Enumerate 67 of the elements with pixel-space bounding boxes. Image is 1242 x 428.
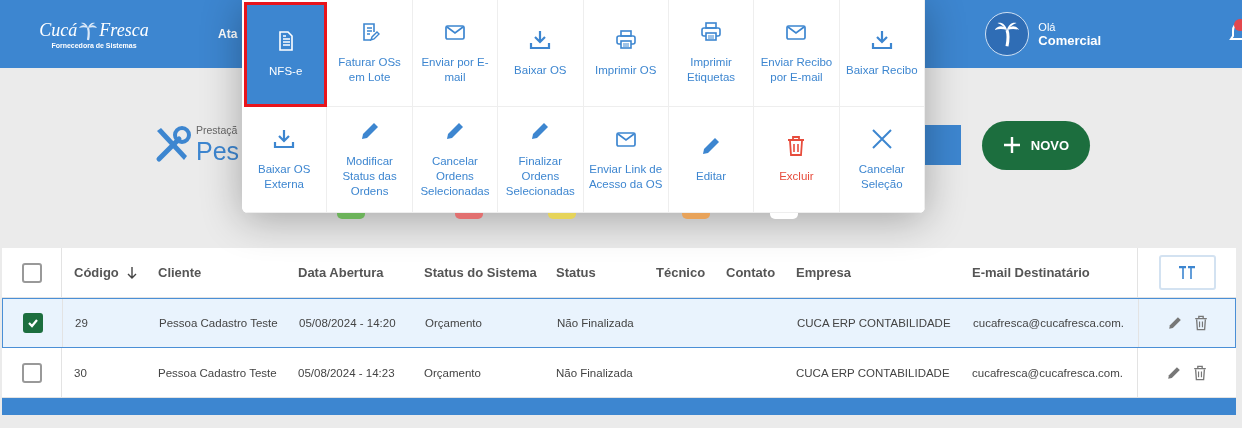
table-cell: cucafresca@cucafresca.com. bbox=[973, 317, 1124, 329]
checkbox[interactable] bbox=[21, 362, 42, 383]
checkbox[interactable] bbox=[22, 313, 43, 333]
column-header[interactable]: Técnico bbox=[644, 248, 714, 297]
nav-link[interactable]: Ata bbox=[218, 27, 238, 41]
menu-item[interactable]: Enviar Recibo por E-mail bbox=[754, 0, 840, 107]
table-cell: Orçamento bbox=[424, 366, 481, 379]
menu-item[interactable]: Editar bbox=[668, 107, 755, 213]
menu-item[interactable]: Cancelar Seleção bbox=[839, 107, 925, 213]
check-icon bbox=[26, 317, 39, 329]
trash-icon[interactable] bbox=[1193, 315, 1209, 331]
logo-text: Cucá bbox=[39, 20, 78, 41]
page-title: Pes bbox=[196, 136, 241, 166]
table-cell: Pessoa Cadastro Teste bbox=[158, 366, 277, 379]
menu-item[interactable]: Faturar OSs em Lote bbox=[327, 0, 413, 107]
download-icon bbox=[273, 127, 296, 150]
printer-icon bbox=[700, 21, 723, 43]
new-button[interactable]: NOVO bbox=[982, 120, 1090, 170]
table-cell: Pessoa Cadastro Teste bbox=[159, 317, 278, 329]
menu-item[interactable]: Modificar Status das Ordens bbox=[327, 107, 413, 213]
column-header[interactable]: Cliente bbox=[146, 248, 286, 297]
menu-item[interactable]: Baixar OS Externa bbox=[242, 107, 328, 213]
table-cell: CUCA ERP CONTABILIDADE bbox=[796, 366, 950, 379]
plus-icon bbox=[1002, 136, 1021, 154]
table-cell: 05/08/2024 - 14:20 bbox=[299, 317, 396, 329]
trash-icon[interactable] bbox=[1192, 364, 1208, 381]
user-name: Comercial bbox=[1038, 32, 1102, 48]
menu-item[interactable]: Enviar Link de Acesso da OS bbox=[583, 107, 669, 213]
scrollbar[interactable] bbox=[2, 398, 1236, 415]
column-header[interactable]: Data Abertura bbox=[286, 248, 412, 297]
download-icon bbox=[870, 28, 893, 51]
column-header[interactable]: Contato bbox=[714, 248, 784, 297]
table-cell: Não Finalizada bbox=[556, 366, 633, 379]
avatar[interactable] bbox=[985, 12, 1030, 56]
sort-arrow-icon[interactable] bbox=[126, 265, 137, 280]
download-icon bbox=[529, 28, 552, 51]
menu-item[interactable]: Cancelar Ordens Selecionadas bbox=[412, 107, 499, 213]
table-cell: Orçamento bbox=[425, 317, 482, 329]
column-header[interactable]: Status do Sistema bbox=[412, 248, 544, 297]
menu-item[interactable]: NFS-e bbox=[244, 2, 328, 107]
table-cell: Não Finalizada bbox=[557, 317, 634, 329]
close-icon bbox=[870, 127, 893, 150]
menu-item[interactable]: Imprimir OS bbox=[583, 0, 669, 107]
menu-item[interactable]: Enviar por E-mail bbox=[412, 0, 499, 107]
greeting-text: Olá bbox=[1038, 20, 1057, 33]
menu-item[interactable]: Baixar Recibo bbox=[839, 0, 925, 107]
menu-item[interactable]: Finalizar Ordens Selecionadas bbox=[498, 107, 584, 213]
columns-icon bbox=[1178, 265, 1196, 280]
table-cell: 29 bbox=[75, 317, 88, 329]
column-header[interactable]: Código bbox=[62, 248, 146, 297]
pencil-icon[interactable] bbox=[1167, 315, 1183, 331]
menu-item[interactable]: Imprimir Etiquetas bbox=[668, 0, 755, 107]
table-cell: cucafresca@cucafresca.com. bbox=[972, 366, 1123, 379]
column-header[interactable]: Status bbox=[544, 248, 644, 297]
printer-icon bbox=[614, 28, 637, 51]
menu-item[interactable]: Excluir bbox=[754, 107, 840, 213]
table-cell: CUCA ERP CONTABILIDADE bbox=[797, 317, 951, 329]
table-row[interactable]: 29 Pessoa Cadastro Teste 05/08/2024 - 14:20 Orçamento Não Finalizada CUCA ERP CONTABILIDADE cucafresca@cucafresca.com. bbox=[2, 298, 1236, 348]
column-header[interactable]: E-mail Destinatário bbox=[960, 248, 1137, 297]
table-cell: 30 bbox=[74, 366, 87, 379]
checkbox[interactable] bbox=[21, 262, 42, 283]
column-header[interactable]: Empresa bbox=[784, 248, 960, 297]
logo-text: Fresca bbox=[99, 20, 149, 41]
menu-item[interactable]: Baixar OS bbox=[498, 0, 584, 107]
table-cell: 05/08/2024 - 14:23 bbox=[298, 366, 395, 379]
column-settings-button[interactable] bbox=[1158, 255, 1216, 290]
page-subtitle: Prestaçã bbox=[196, 124, 239, 136]
